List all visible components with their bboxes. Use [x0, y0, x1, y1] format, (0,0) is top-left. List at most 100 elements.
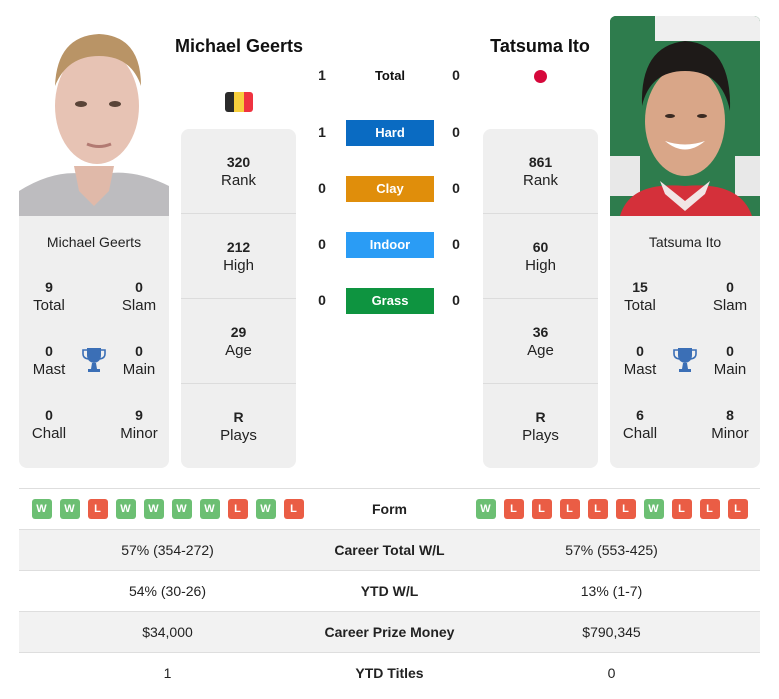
player1-high: 212 High: [181, 214, 296, 299]
h2h-left-count: 0: [318, 236, 326, 252]
form-loss-badge[interactable]: L: [699, 499, 720, 519]
ytd-titles-row: 1 YTD Titles 0: [19, 652, 760, 693]
value: 212: [226, 239, 251, 255]
form-win-badge[interactable]: W: [255, 499, 276, 519]
label: Minor: [120, 425, 158, 442]
form-loss-badge[interactable]: L: [727, 499, 748, 519]
player2-prize-money: $790,345: [582, 624, 641, 640]
value: 6: [636, 407, 644, 423]
h2h-total-row: 1 Total 0: [310, 63, 470, 89]
ytd-wl-row: 54% (30-26) YTD W/L 13% (1-7): [19, 570, 760, 611]
player2-age: 36 Age: [483, 299, 598, 384]
career-wl-label: Career Total W/L: [334, 542, 445, 558]
form-win-badge[interactable]: W: [171, 499, 192, 519]
label: Mast: [32, 361, 66, 378]
h2h-left-count: 0: [318, 180, 326, 196]
trophy-icon: [82, 348, 106, 372]
h2h-hard-row: 1 Hard 0: [310, 120, 470, 146]
h2h-total-label: Total: [374, 68, 406, 83]
label: Mast: [623, 361, 657, 378]
label: Main: [122, 361, 156, 378]
career-wl-row: 57% (354-272) Career Total W/L 57% (553-…: [19, 529, 760, 570]
form-win-badge[interactable]: W: [143, 499, 164, 519]
player2-high: 60 High: [483, 214, 598, 299]
value: 0: [636, 343, 644, 359]
player1-name-heading[interactable]: Michael Geerts: [169, 34, 309, 59]
h2h-left-count: 1: [318, 124, 326, 140]
form-loss-badge[interactable]: L: [503, 499, 524, 519]
label: Chall: [622, 425, 658, 442]
player2-ytd-titles: 0: [607, 665, 616, 681]
form-loss-badge[interactable]: L: [283, 499, 304, 519]
label: Slam: [121, 297, 157, 314]
player2-name-heading[interactable]: Tatsuma Ito: [470, 34, 610, 59]
label: Plays: [522, 427, 559, 444]
form-loss-badge[interactable]: L: [227, 499, 248, 519]
player1-titles-panel: Michael Geerts 9 Total 0 Slam 0 Mast 0 M…: [19, 216, 169, 468]
h2h-left-count: 1: [318, 67, 326, 83]
prize-money-label: Career Prize Money: [324, 624, 455, 640]
form-loss-badge[interactable]: L: [559, 499, 580, 519]
player1-rank: 320 Rank: [181, 129, 296, 214]
player2-titles-chall: 6 Chall: [610, 406, 670, 444]
form-win-badge[interactable]: W: [475, 499, 496, 519]
form-win-badge[interactable]: W: [59, 499, 80, 519]
surface-hard-badge[interactable]: Hard: [346, 120, 434, 146]
label: Main: [713, 361, 747, 378]
prize-money-row: $34,000 Career Prize Money $790,345: [19, 611, 760, 652]
comparison-table: WWLWWWWLWL Form WLLLLLWLLL 57% (354-272)…: [19, 488, 760, 693]
player2-name: Tatsuma Ito: [648, 234, 722, 250]
h2h-right-count: 0: [452, 67, 460, 83]
player2-photo: [610, 16, 760, 216]
player2-career-wl: 57% (553-425): [565, 542, 658, 558]
player1-titles-main: 0 Main: [109, 342, 169, 380]
value: 9: [135, 407, 143, 423]
surface-indoor-badge[interactable]: Indoor: [346, 232, 434, 258]
label: Plays: [220, 427, 257, 444]
form-row: WWLWWWWLWL Form WLLLLLWLLL: [19, 488, 760, 529]
form-win-badge[interactable]: W: [31, 499, 52, 519]
form-loss-badge[interactable]: L: [531, 499, 552, 519]
player2-form-cell: WLLLLLWLLL: [463, 499, 760, 519]
value: 0: [135, 343, 143, 359]
player2-titles-panel: Tatsuma Ito 15 Total 0 Slam 0 Mast 0 Mai…: [610, 216, 760, 468]
surface-grass-badge[interactable]: Grass: [346, 288, 434, 314]
label: Rank: [522, 172, 559, 189]
value: 60: [532, 239, 549, 255]
form-loss-badge[interactable]: L: [671, 499, 692, 519]
player2-titles-main: 0 Main: [700, 342, 760, 380]
value: 861: [528, 154, 553, 170]
player2-titles-slam: 0 Slam: [700, 278, 760, 316]
player2-titles-mast: 0 Mast: [610, 342, 670, 380]
player1-plays: R Plays: [181, 384, 296, 469]
form-win-badge[interactable]: W: [115, 499, 136, 519]
h2h-right-count: 0: [452, 292, 460, 308]
value: R: [233, 409, 244, 425]
h2h-indoor-row: 0 Indoor 0: [310, 232, 470, 258]
label: Age: [225, 342, 252, 359]
player1-titles-slam: 0 Slam: [109, 278, 169, 316]
player1-prize-money: $34,000: [142, 624, 193, 640]
value: 0: [726, 343, 734, 359]
form-loss-badge[interactable]: L: [87, 499, 108, 519]
player1-photo: [19, 16, 169, 216]
player1-titles-minor: 9 Minor: [109, 406, 169, 444]
label: High: [223, 257, 254, 274]
value: 29: [230, 324, 247, 340]
form-loss-badge[interactable]: L: [615, 499, 636, 519]
form-loss-badge[interactable]: L: [587, 499, 608, 519]
label: Age: [527, 342, 554, 359]
ytd-wl-label: YTD W/L: [360, 583, 419, 599]
form-win-badge[interactable]: W: [199, 499, 220, 519]
label: Total: [33, 297, 65, 314]
value: 8: [726, 407, 734, 423]
value: 0: [45, 407, 53, 423]
form-win-badge[interactable]: W: [643, 499, 664, 519]
value: 36: [532, 324, 549, 340]
form-label: Form: [372, 501, 407, 517]
player1-form: WWLWWWWLWL: [19, 499, 316, 519]
player2-form: WLLLLLWLLL: [463, 499, 760, 519]
label: High: [525, 257, 556, 274]
surface-clay-badge[interactable]: Clay: [346, 176, 434, 202]
label: Rank: [220, 172, 257, 189]
